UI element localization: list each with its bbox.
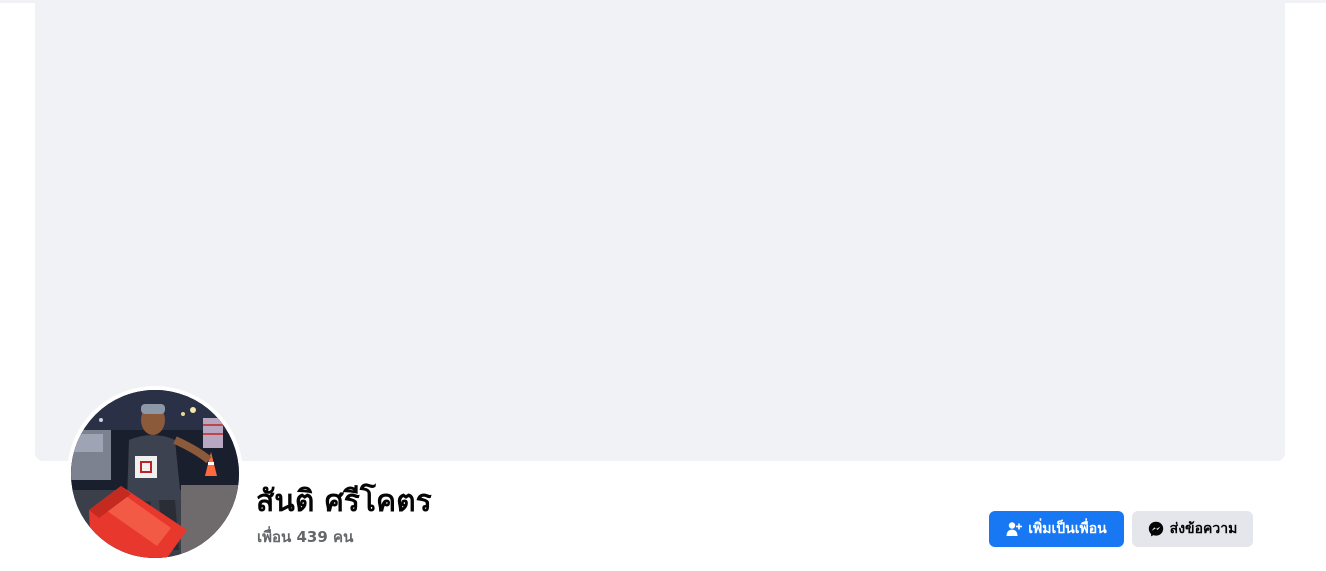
send-message-label: ส่งข้อความ [1169, 521, 1238, 537]
messenger-icon [1148, 521, 1164, 537]
add-friend-icon [1006, 521, 1023, 537]
cover-photo[interactable] [35, 0, 1285, 461]
friends-count[interactable]: เพื่อน 439 คน [257, 526, 353, 548]
add-friend-label: เพิ่มเป็นเพื่อน [1028, 521, 1107, 537]
send-message-button[interactable]: ส่งข้อความ [1132, 511, 1253, 547]
add-friend-button[interactable]: เพิ่มเป็นเพื่อน [989, 511, 1124, 547]
profile-photo-image [71, 390, 239, 558]
profile-picture[interactable] [71, 390, 239, 558]
profile-name: สันติ ศรีโคตร [256, 484, 432, 519]
